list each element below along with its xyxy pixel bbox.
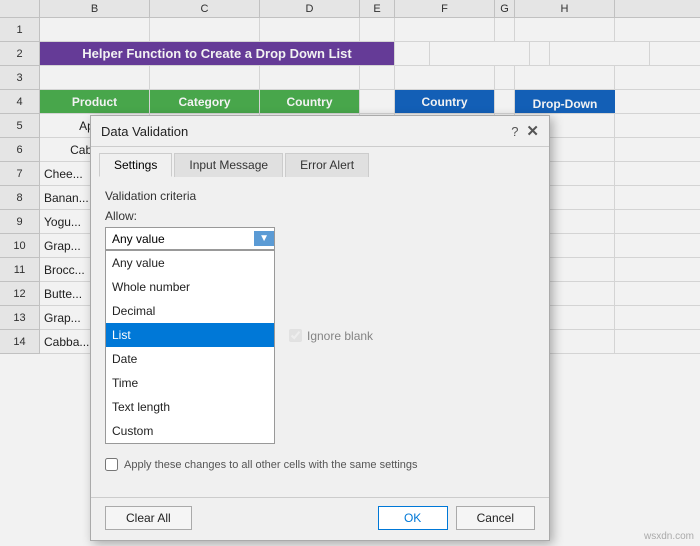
- tab-input-message[interactable]: Input Message: [174, 153, 283, 177]
- option-text-length[interactable]: Text length: [106, 395, 274, 419]
- allow-select-wrapper: Any value ▼ Any value Whole number Decim…: [105, 227, 275, 444]
- cancel-button[interactable]: Cancel: [456, 506, 535, 530]
- dialog-controls: ? ✕: [511, 122, 539, 140]
- apply-checkbox[interactable]: [105, 458, 118, 471]
- dialog-overlay: Data Validation ? ✕ Settings Input Messa…: [0, 0, 700, 546]
- tab-settings[interactable]: Settings: [99, 153, 172, 177]
- tab-error-alert[interactable]: Error Alert: [285, 153, 369, 177]
- dialog-title: Data Validation: [101, 124, 188, 139]
- option-whole-number[interactable]: Whole number: [106, 275, 274, 299]
- allow-row: Any value ▼ Any value Whole number Decim…: [105, 227, 535, 444]
- option-time[interactable]: Time: [106, 371, 274, 395]
- option-list[interactable]: List: [106, 323, 274, 347]
- ignore-blank-checkbox[interactable]: [289, 329, 302, 342]
- footer-right-buttons: OK Cancel: [378, 506, 535, 530]
- dialog-footer: Clear All OK Cancel: [91, 497, 549, 540]
- option-date[interactable]: Date: [106, 347, 274, 371]
- dialog-titlebar: Data Validation ? ✕: [91, 116, 549, 147]
- option-any-value[interactable]: Any value: [106, 251, 274, 275]
- help-icon[interactable]: ?: [511, 124, 518, 139]
- dialog-tabs: Settings Input Message Error Alert: [91, 147, 549, 177]
- dropdown-arrow-icon[interactable]: ▼: [254, 231, 274, 246]
- option-decimal[interactable]: Decimal: [106, 299, 274, 323]
- watermark: wsxdn.com: [644, 531, 694, 542]
- clear-all-button[interactable]: Clear All: [105, 506, 192, 530]
- allow-label: Allow:: [105, 209, 535, 223]
- dialog-body: Validation criteria Allow: Any value ▼ A…: [91, 177, 549, 497]
- validation-criteria-label: Validation criteria: [105, 189, 535, 203]
- ignore-blank-row: Ignore blank: [289, 329, 373, 343]
- option-custom[interactable]: Custom: [106, 419, 274, 443]
- close-icon[interactable]: ✕: [526, 122, 539, 140]
- apply-label: Apply these changes to all other cells w…: [124, 459, 418, 471]
- data-validation-dialog: Data Validation ? ✕ Settings Input Messa…: [90, 115, 550, 541]
- apply-row: Apply these changes to all other cells w…: [105, 458, 535, 471]
- allow-select-display[interactable]: Any value ▼: [105, 227, 275, 250]
- allow-dropdown-list: Any value Whole number Decimal List Date…: [105, 250, 275, 444]
- ok-button[interactable]: OK: [378, 506, 448, 530]
- allow-current-value: Any value: [106, 232, 254, 246]
- ignore-blank-label: Ignore blank: [307, 329, 373, 343]
